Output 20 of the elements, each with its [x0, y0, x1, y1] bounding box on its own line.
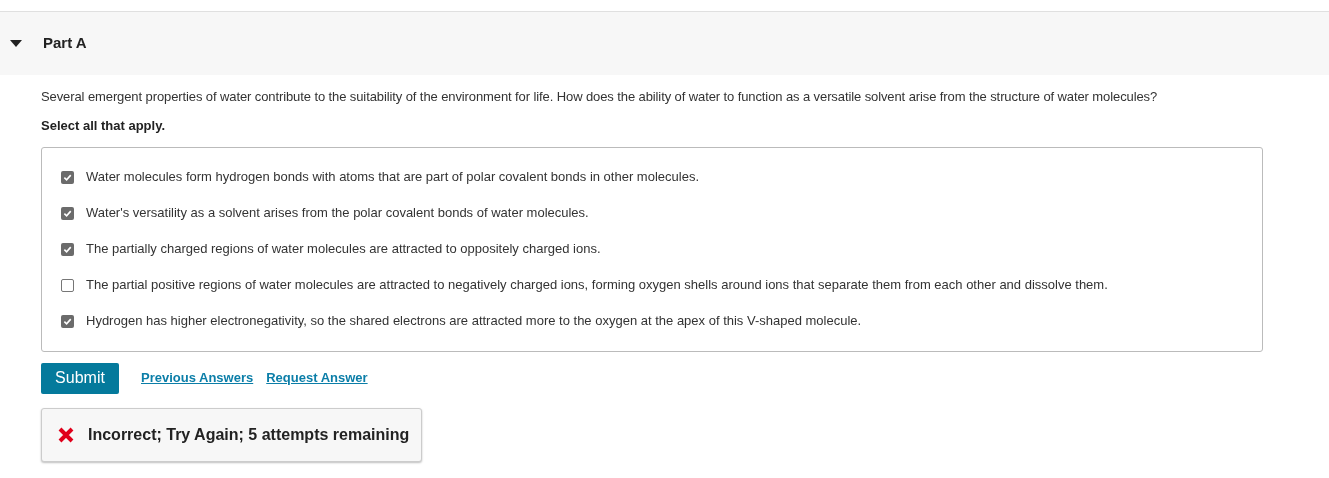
checkbox[interactable] [61, 170, 74, 184]
checkbox[interactable] [61, 242, 74, 256]
instruction-text: Select all that apply. [41, 117, 167, 135]
checkbox[interactable] [61, 314, 74, 328]
submit-button[interactable]: Submit [41, 362, 119, 394]
feedback-message: Incorrect; Try Again; 5 attempts remaining [88, 424, 410, 445]
option-label[interactable]: The partially charged regions of water molecules are attracted to oppositely charged ions. [86, 239, 601, 259]
part-title: Part A [43, 33, 87, 54]
answer-link[interactable]: Previous Answers [141, 368, 254, 388]
caret-icon [10, 39, 22, 48]
option-label[interactable]: Hydrogen has higher electronegativity, so the shared electrons are attracted more to the oxygen at the apex of this V-shaped molecule. [86, 311, 862, 331]
part-header[interactable]: Part A [0, 11, 1329, 75]
option-label[interactable]: The partial positive regions of water molecules are attracted to negatively charged ions, forming oxygen shells around ions that separate them from each other and dissolve them. [86, 275, 1108, 295]
question-text: Several emergent properties of water contribute to the suitability of the environment for life. How does the ability of water to function as a versatile solvent arise from the structure of water molecules? [41, 88, 1159, 106]
option-label[interactable]: Water's versatility as a solvent arises from the polar covalent bonds of water molecules. [86, 203, 589, 223]
checkbox[interactable] [61, 206, 74, 220]
cross-icon [58, 426, 74, 443]
answer-link[interactable]: Request Answer [266, 368, 368, 388]
checkbox[interactable] [61, 278, 74, 292]
option-label[interactable]: Water molecules form hydrogen bonds with atoms that are part of polar covalent bonds in other molecules. [86, 167, 699, 187]
